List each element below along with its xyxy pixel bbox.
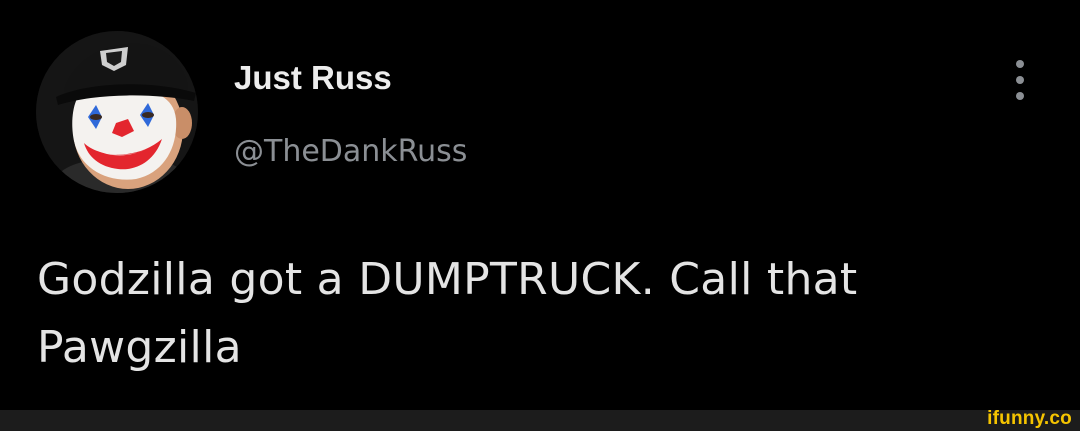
tweet-body-text: Godzilla got a DUMPTRUCK. Call that Pawg… <box>37 254 858 373</box>
avatar[interactable] <box>36 31 198 193</box>
avatar-image <box>36 31 198 193</box>
user-handle[interactable]: @TheDankRuss <box>234 133 467 171</box>
more-options-button[interactable] <box>1004 56 1036 104</box>
tweet-card: Just Russ @TheDankRuss Godzilla got a DU… <box>0 0 1080 410</box>
display-name[interactable]: Just Russ <box>234 58 392 98</box>
ifunny-watermark: ifunny.co <box>987 408 1072 429</box>
footer-bar: ifunny.co <box>0 408 1080 431</box>
